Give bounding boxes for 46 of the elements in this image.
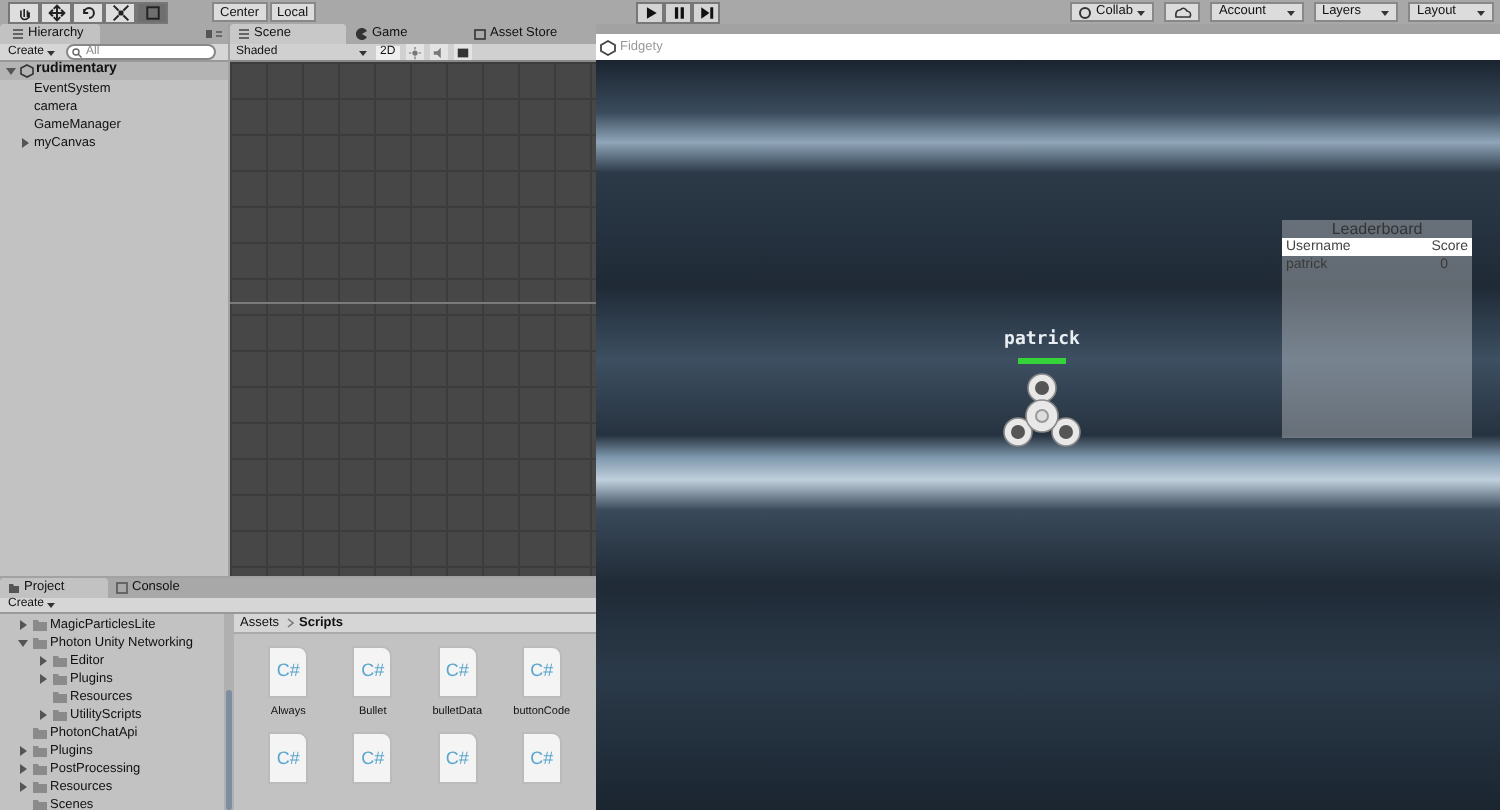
move-icon	[47, 3, 65, 21]
caret-icon	[1285, 7, 1296, 17]
tool-button[interactable]	[104, 1, 136, 23]
caret-icon	[1476, 7, 1486, 17]
scene-toggle[interactable]	[453, 44, 472, 60]
step-icon	[697, 3, 716, 21]
unity-scene-icon	[20, 64, 34, 78]
unity-logo-icon	[600, 39, 616, 55]
collapsed-arrow-icon	[18, 136, 32, 150]
expanded-arrow-icon	[4, 64, 18, 78]
play-control[interactable]	[692, 1, 721, 23]
rotate-icon	[79, 3, 97, 21]
expanded-arrow-icon	[16, 636, 30, 650]
window-icon	[116, 582, 128, 594]
cloud-button[interactable]	[1164, 2, 1201, 22]
play-control[interactable]	[664, 1, 693, 23]
refresh-icon	[1078, 5, 1093, 19]
tool-button[interactable]	[40, 1, 72, 23]
list-icon	[12, 28, 24, 40]
player-name: patrick	[1004, 328, 1080, 354]
scale-icon	[111, 3, 129, 21]
caret-icon	[1136, 7, 1147, 17]
shop-icon	[474, 28, 486, 40]
collapsed-arrow-icon	[36, 708, 50, 722]
collapsed-arrow-icon	[16, 618, 30, 632]
pause-icon	[669, 3, 688, 21]
scene-toggle[interactable]	[405, 44, 424, 60]
image-icon	[455, 45, 470, 59]
chevron-icon	[285, 618, 294, 628]
folder-icon	[8, 582, 20, 594]
play-icon	[641, 3, 660, 21]
pacman-icon	[356, 28, 368, 40]
hand-icon	[15, 3, 33, 21]
tool-button[interactable]	[136, 1, 168, 23]
caret-icon	[1380, 7, 1391, 17]
cloud-icon	[1173, 6, 1192, 18]
tool-button[interactable]	[8, 1, 40, 23]
leaderboard-title: Leaderboard	[1329, 220, 1425, 238]
scene-toggle[interactable]	[429, 44, 448, 60]
play-control[interactable]	[636, 1, 665, 23]
sun-icon	[407, 45, 422, 59]
list-icon	[238, 28, 250, 40]
scroll-thumb[interactable]	[226, 690, 232, 810]
tool-button[interactable]	[72, 1, 104, 23]
panel-menu-icon	[204, 28, 224, 40]
rect-tool-icon	[143, 3, 161, 21]
